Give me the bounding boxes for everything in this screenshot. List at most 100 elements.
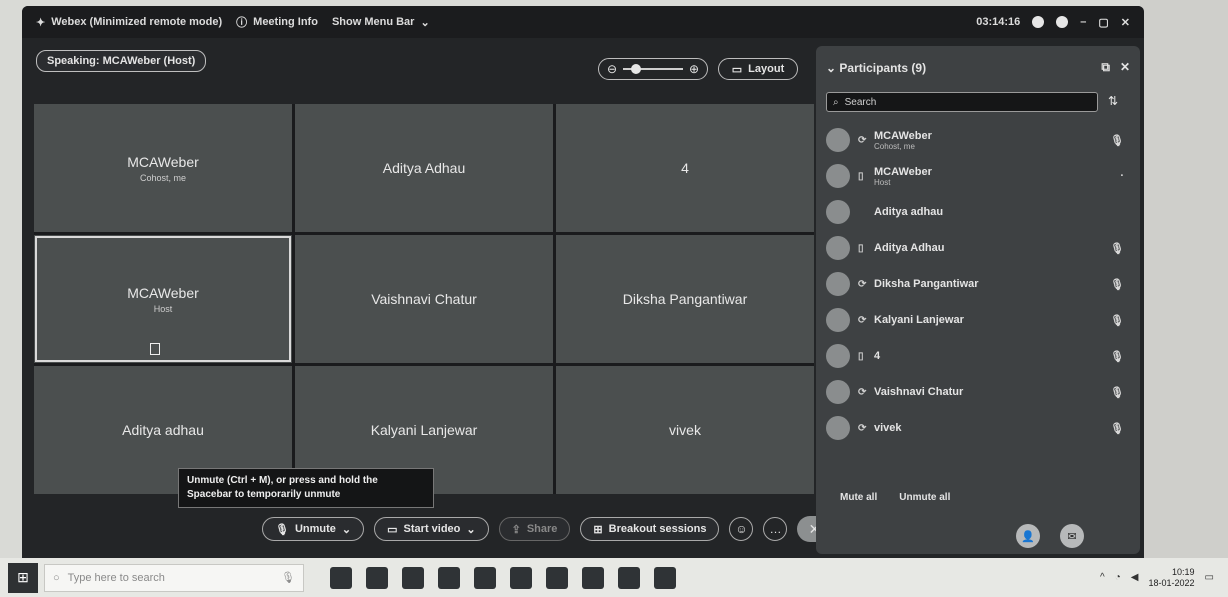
webex-logo-icon: ✦ bbox=[36, 16, 46, 29]
device-icon: ▯ bbox=[858, 350, 864, 362]
mic-icon[interactable]: · bbox=[1120, 170, 1124, 182]
taskbar-search-input[interactable]: ○ Type here to search 🎙 bbox=[44, 563, 304, 592]
video-tile[interactable]: Diksha Pangantiwar bbox=[556, 235, 814, 363]
chat-icon[interactable]: ✉ bbox=[1060, 524, 1084, 548]
search-icon: ⌕ bbox=[833, 96, 839, 108]
zoom-slider[interactable] bbox=[623, 64, 683, 74]
video-tile[interactable]: vivek bbox=[556, 366, 814, 494]
sort-icon[interactable]: ⇅ bbox=[1108, 94, 1118, 108]
participant-row[interactable]: ▯ MCAWeber Host · bbox=[826, 158, 1130, 194]
layout-icon: ▭ bbox=[731, 63, 743, 76]
unmute-all-button[interactable]: Unmute all bbox=[899, 492, 950, 503]
participant-search-input[interactable]: ⌕ Search bbox=[826, 92, 1098, 112]
participants-title: Participants (9) bbox=[839, 60, 927, 75]
share-icon: ⇪ bbox=[511, 523, 521, 536]
tile-name: vivek bbox=[669, 422, 701, 438]
layout-button[interactable]: ▭ Layout bbox=[718, 58, 798, 80]
status-icon bbox=[1032, 16, 1045, 28]
zoom-control[interactable]: ⊖ ⊕ bbox=[598, 58, 708, 80]
mic-muted-icon[interactable]: 🎙 bbox=[1110, 278, 1124, 291]
reactions-button[interactable]: ☺ bbox=[729, 517, 754, 541]
participant-row[interactable]: ⟳ MCAWeber Cohost, me 🎙 bbox=[826, 122, 1130, 158]
participant-row[interactable]: ⟳ Vaishnavi Chatur 🎙 bbox=[826, 374, 1130, 410]
avatar bbox=[826, 200, 850, 224]
zoom-out-icon[interactable]: ⊖ bbox=[607, 62, 617, 76]
info-icon: ⓘ bbox=[236, 17, 248, 29]
edge-icon[interactable] bbox=[366, 566, 388, 589]
tile-role: Cohost, me bbox=[139, 172, 187, 183]
video-tile-active[interactable]: MCAWeber Host bbox=[34, 235, 292, 363]
chrome-icon[interactable] bbox=[510, 566, 532, 589]
sync-icon: ⟳ bbox=[858, 314, 867, 326]
device-icon: ▯ bbox=[858, 170, 864, 182]
mail-icon[interactable] bbox=[474, 566, 496, 589]
minimize-button[interactable]: – bbox=[1080, 16, 1086, 28]
chevron-up-icon[interactable]: ^ bbox=[1100, 572, 1105, 583]
video-tile[interactable]: MCAWeber Cohost, me bbox=[34, 104, 292, 232]
participants-icon[interactable]: 👤 bbox=[1016, 524, 1040, 548]
volume-icon[interactable]: ◀ bbox=[1131, 572, 1139, 583]
mic-muted-icon[interactable]: 🎙 bbox=[1110, 134, 1124, 147]
tile-name: MCAWeber bbox=[127, 284, 199, 301]
participant-row[interactable]: ⟳ vivek 🎙 bbox=[826, 410, 1130, 446]
search-icon: ○ bbox=[53, 571, 60, 584]
mic-muted-icon[interactable]: 🎙 bbox=[1110, 386, 1124, 399]
avatar bbox=[826, 380, 850, 404]
mute-all-button[interactable]: Mute all bbox=[840, 492, 877, 503]
mic-muted-icon[interactable]: 🎙 bbox=[1110, 350, 1124, 363]
meeting-info-button[interactable]: ⓘ Meeting Info bbox=[236, 14, 318, 30]
show-menu-bar-button[interactable]: Show Menu Bar ⌄ bbox=[332, 16, 430, 29]
microphone-icon[interactable]: 🎙 bbox=[281, 571, 295, 584]
video-tile[interactable]: Vaishnavi Chatur bbox=[295, 235, 553, 363]
photos-icon[interactable] bbox=[546, 566, 568, 589]
close-button[interactable]: ✕ bbox=[1121, 16, 1130, 29]
avatar bbox=[826, 344, 850, 368]
video-grid: MCAWeber Cohost, me Aditya Adhau 4 MCAWe… bbox=[34, 104, 814, 494]
participant-row[interactable]: Aditya adhau bbox=[826, 194, 1130, 230]
store-icon[interactable] bbox=[438, 566, 460, 589]
participant-row[interactable]: ⟳ Diksha Pangantiwar 🎙 bbox=[826, 266, 1130, 302]
avatar bbox=[826, 272, 850, 296]
tile-name: Kalyani Lanjewar bbox=[370, 422, 478, 438]
close-panel-icon[interactable]: ✕ bbox=[1120, 60, 1130, 75]
start-video-button[interactable]: ▭ Start video ⌄ bbox=[374, 517, 489, 541]
video-off-icon: ▭ bbox=[387, 523, 398, 536]
participant-row[interactable]: ▯ 4 🎙 bbox=[826, 338, 1130, 374]
share-button[interactable]: ⇪ Share bbox=[498, 517, 571, 541]
app-title: ✦ Webex (Minimized remote mode) bbox=[36, 16, 223, 29]
unmute-button[interactable]: 🎙 Unmute ⌄ bbox=[262, 517, 365, 541]
network-icon[interactable]: ◔ bbox=[1115, 572, 1121, 583]
video-tile[interactable]: Aditya Adhau bbox=[295, 104, 553, 232]
collapse-chevron-icon[interactable]: ⌄ bbox=[826, 61, 836, 75]
mic-muted-icon[interactable]: 🎙 bbox=[1110, 422, 1124, 435]
participants-header: ⌄ Participants (9) ⧉ ✕ bbox=[826, 60, 1130, 75]
participant-row[interactable]: ⟳ Kalyani Lanjewar 🎙 bbox=[826, 302, 1130, 338]
breakout-icon: ⊞ bbox=[593, 523, 603, 536]
popout-icon[interactable]: ⧉ bbox=[1101, 60, 1110, 75]
participant-row[interactable]: ▯ Aditya Adhau 🎙 bbox=[826, 230, 1130, 266]
mic-muted-icon[interactable]: 🎙 bbox=[1110, 314, 1124, 327]
tile-name: Diksha Pangantiwar bbox=[622, 291, 748, 307]
breakout-sessions-button[interactable]: ⊞ Breakout sessions bbox=[580, 517, 720, 541]
task-view-icon[interactable] bbox=[330, 566, 352, 589]
notification-icon[interactable]: ▭ bbox=[1205, 572, 1214, 583]
chevron-down-icon[interactable]: ⌄ bbox=[342, 523, 351, 536]
windows-taskbar: ⊞ ○ Type here to search 🎙 ^ ◔ ◀ 10:19 18… bbox=[0, 558, 1228, 597]
system-tray: ^ ◔ ◀ 10:19 18-01-2022 ▭ bbox=[1100, 567, 1214, 589]
app-icon[interactable] bbox=[582, 566, 604, 589]
more-options-button[interactable]: … bbox=[763, 517, 788, 541]
app-icon[interactable] bbox=[618, 566, 640, 589]
video-tile[interactable]: 4 bbox=[556, 104, 814, 232]
zoom-slider-knob[interactable] bbox=[631, 64, 642, 74]
clock[interactable]: 10:19 18-01-2022 bbox=[1149, 567, 1195, 589]
file-explorer-icon[interactable] bbox=[402, 566, 424, 589]
cohost-icon: ⟳ bbox=[858, 134, 867, 146]
windows-start-icon[interactable]: ⊞ bbox=[8, 562, 38, 593]
chevron-down-icon[interactable]: ⌄ bbox=[466, 523, 475, 536]
zoom-in-icon[interactable]: ⊕ bbox=[689, 62, 699, 76]
tile-name: 4 bbox=[681, 160, 689, 176]
mic-muted-icon[interactable]: 🎙 bbox=[1110, 242, 1124, 255]
maximize-button[interactable]: ▢ bbox=[1098, 16, 1108, 29]
webex-taskbar-icon[interactable] bbox=[654, 566, 676, 589]
sync-icon: ⟳ bbox=[858, 386, 867, 398]
